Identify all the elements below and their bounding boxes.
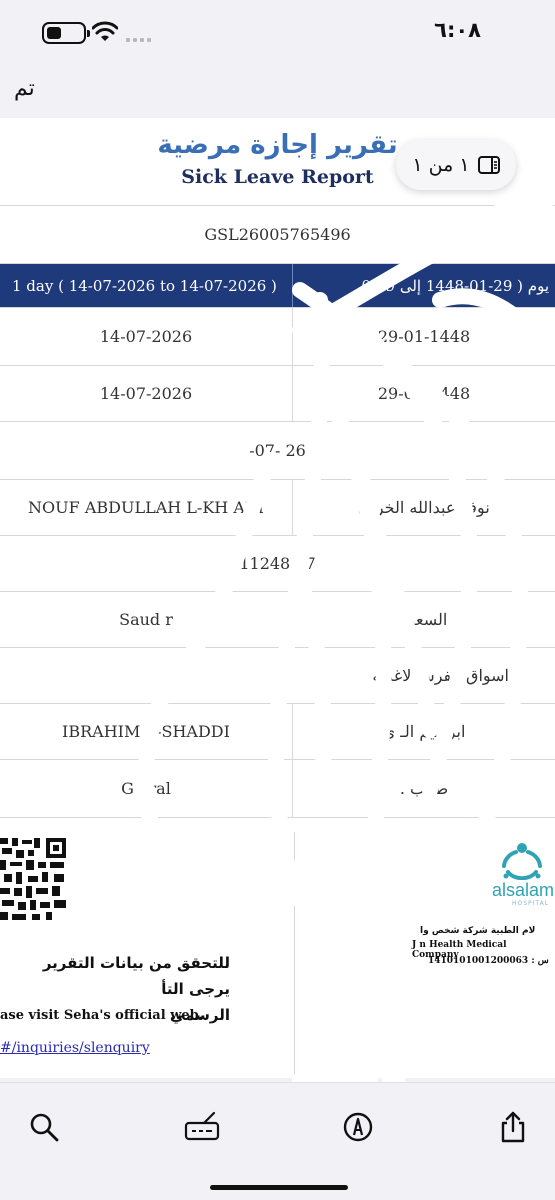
discharge-date-en: 14-07-2026 [99, 384, 193, 403]
row-national-id: 11248 87 [0, 536, 555, 592]
page-indicator-label: ١ من ١ [412, 154, 470, 176]
search-icon[interactable] [28, 1111, 60, 1143]
row-doctor-name: IBRAHIM L-SHADDI ابراهيم الـ ي [0, 704, 555, 760]
markup-pen-icon[interactable] [342, 1111, 374, 1143]
hospital-logo-icon [502, 843, 542, 880]
status-time: ٦:٠٨ [434, 18, 481, 42]
wifi-icon [92, 21, 118, 41]
nationality-ar: السعود [400, 610, 448, 629]
row-discharge-date: 14-07-2026 29-01-1448 [0, 366, 555, 422]
nationality-en: Saud r [119, 610, 173, 629]
patient-name-ar: نوف عبدالله الخر ي [358, 498, 490, 517]
doctor-position-en: G eral [121, 779, 171, 798]
admission-date-ar: 29-01-1448 [377, 327, 471, 346]
done-button[interactable]: تم [14, 76, 35, 101]
duration-ar: يوم ( 29-01-1448 إلى 29-0 [361, 276, 549, 295]
verify-link[interactable]: #/inquiries/slenquiry [0, 1040, 150, 1056]
row-admission-date: 14-07-2026 29-01-1448 [0, 308, 555, 366]
pdf-document-page: تقرير إجازة مرضية Sick Leave Report GSL2… [0, 118, 555, 1078]
qr-code-icon [0, 836, 68, 922]
issue-date-value: -07- 26 [249, 441, 306, 460]
bottom-toolbar [0, 1082, 555, 1200]
page-indicator[interactable]: ١ من ١ [396, 140, 516, 190]
duration-en: 1 day ( 14-07-2026 to 14-07-2026 ) [12, 276, 277, 295]
patient-name-en: NOUF ABDULLAH L-KH AIJI [28, 498, 264, 517]
status-bar: ٦:٠٨ [0, 0, 555, 64]
verify-instructions-en: ase visit Seha's official web. [0, 1008, 204, 1023]
row-employer: اسواق الفرسا لاغذيه [0, 648, 555, 704]
doctor-position-ar: طبيب . [399, 779, 449, 798]
company-license-number: 1410101001200063 : س [428, 956, 549, 966]
thumbnails-icon [477, 156, 500, 174]
pdf-viewer-screen: ٦:٠٨ تم تقرير إجازة مرضية Sick Leave Rep… [0, 0, 555, 1200]
doctor-name-en: IBRAHIM L-SHADDI [62, 722, 230, 741]
doctor-name-ar: ابراهيم الـ ي [382, 722, 466, 741]
home-indicator[interactable] [210, 1185, 348, 1190]
battery-icon [42, 22, 90, 44]
hospital-logo-name: alsalam [492, 880, 555, 900]
leave-id-value: GSL26005765496 [204, 225, 351, 244]
report-footer: للتحقق من بيانات التقرير يرجى التأ الرسم… [0, 818, 555, 1078]
admission-date-en: 14-07-2026 [99, 327, 193, 346]
share-icon[interactable] [497, 1111, 529, 1143]
row-doctor-position: G eral طبيب . [0, 760, 555, 818]
discharge-date-ar: 29-01-1448 [377, 384, 471, 403]
company-name-ar: لام الطبية شركة شخص وا [420, 926, 536, 936]
hospital-logo-subtitle: HOSPITAL [512, 900, 550, 907]
row-leave-id: GSL26005765496 [0, 206, 555, 264]
row-leave-duration: 1 day ( 14-07-2026 to 14-07-2026 ) يوم (… [0, 264, 555, 308]
signature-icon[interactable] [184, 1111, 220, 1143]
row-issue-date: -07- 26 [0, 422, 555, 480]
employer-value: اسواق الفرسا لاغذيه [372, 666, 509, 685]
national-id-value: 11248 87 [239, 554, 316, 573]
row-nationality: Saud r السعود [0, 592, 555, 648]
row-patient-name: NOUF ABDULLAH L-KH AIJI نوف عبدالله الخر… [0, 480, 555, 536]
cellular-signal-icon [126, 38, 151, 42]
